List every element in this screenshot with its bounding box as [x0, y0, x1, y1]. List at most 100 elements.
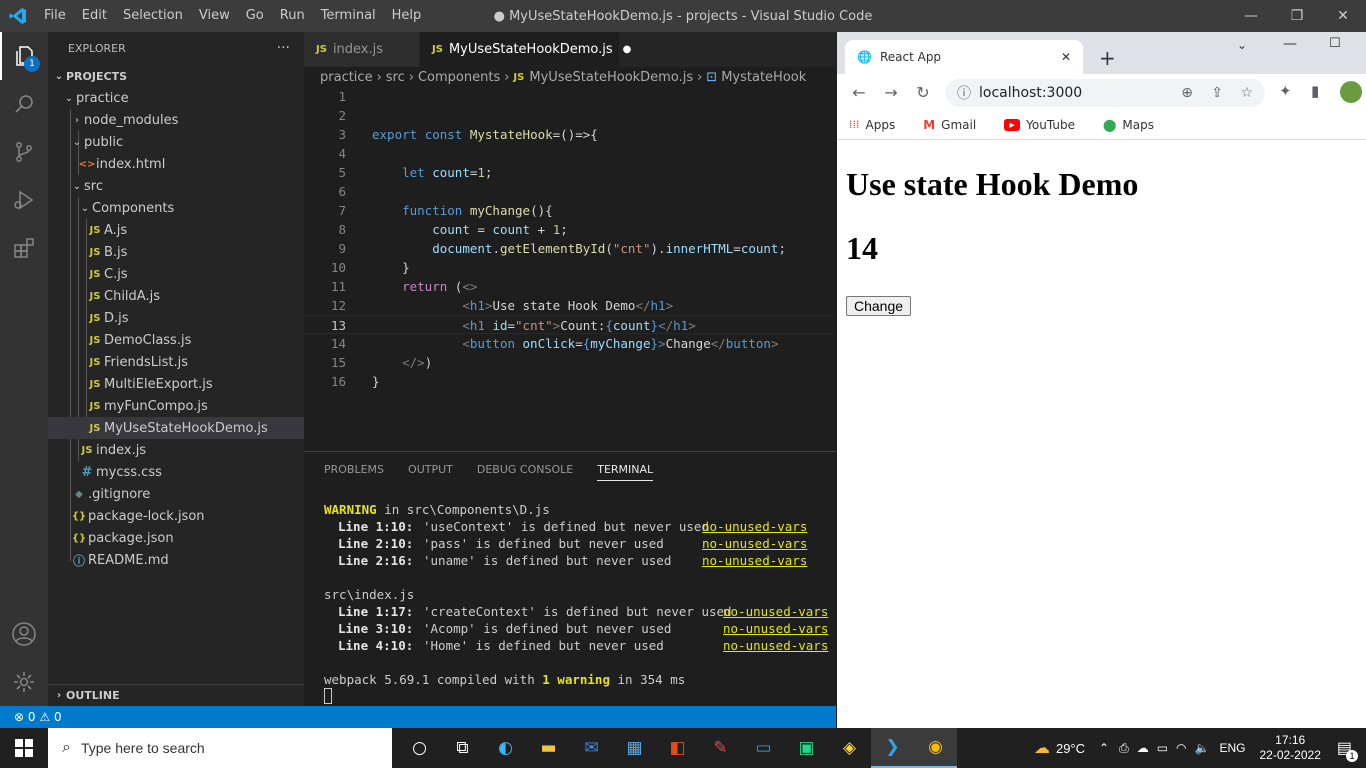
windows-start-icon[interactable]: [0, 728, 48, 768]
zoom-icon[interactable]: ⊕: [1181, 85, 1193, 101]
tree-folder-public[interactable]: ⌄ public: [48, 131, 304, 153]
breadcrumb-item[interactable]: practice: [320, 70, 373, 85]
search-icon[interactable]: [0, 80, 48, 128]
more-actions-icon[interactable]: ···: [277, 40, 290, 56]
maximize-icon[interactable]: ☐: [1329, 36, 1341, 51]
tab-terminal[interactable]: TERMINAL: [597, 459, 654, 481]
volume-muted-icon[interactable]: 🔈: [1195, 741, 1210, 755]
python-icon[interactable]: ◈: [828, 728, 871, 768]
tree-file-mycss-css[interactable]: # mycss.css: [48, 461, 304, 483]
extensions-icon[interactable]: [0, 224, 48, 272]
tree-file-myfuncompo-js[interactable]: JS myFunCompo.js: [48, 395, 304, 417]
tree-file-package-lock-json[interactable]: {} package-lock.json: [48, 505, 304, 527]
breadcrumb-item[interactable]: src: [386, 70, 405, 85]
tree-file-democlass-js[interactable]: JS DemoClass.js: [48, 329, 304, 351]
close-tab-icon[interactable]: ✕: [1061, 50, 1071, 64]
extensions-puzzle-icon[interactable]: ✦: [1279, 82, 1292, 100]
menu-edit[interactable]: Edit: [74, 0, 115, 32]
explorer-icon[interactable]: 1: [0, 32, 48, 80]
tree-file-d-js[interactable]: JS D.js: [48, 307, 304, 329]
lint-rule-link[interactable]: no-unused-vars: [723, 620, 828, 637]
tree-file-multieleexport-js[interactable]: JS MultiEleExport.js: [48, 373, 304, 395]
address-bar[interactable]: ⓘ localhost:3000 ⊕ ⇪ ☆: [945, 79, 1265, 107]
projects-root[interactable]: ⌄ PROJECTS: [48, 65, 304, 87]
edge-icon[interactable]: ◐: [484, 728, 527, 768]
vscode-taskbar-icon[interactable]: ❯: [871, 728, 914, 768]
office-icon[interactable]: ◧: [656, 728, 699, 768]
menu-go[interactable]: Go: [238, 0, 272, 32]
bookmark-youtube[interactable]: ▶ YouTube: [1004, 118, 1089, 132]
taskbar-search[interactable]: ⌕ Type here to search: [48, 728, 392, 768]
close-icon[interactable]: ✕: [1320, 0, 1366, 32]
notification-icon[interactable]: ▤ 1: [1337, 738, 1358, 762]
clock[interactable]: 17:16 22-02-2022: [1259, 733, 1320, 763]
tree-file-a-js[interactable]: JS A.js: [48, 219, 304, 241]
share-icon[interactable]: ⇪: [1211, 85, 1223, 101]
unsaved-dot-icon[interactable]: ●: [623, 44, 632, 55]
paint-icon[interactable]: ✎: [699, 728, 742, 768]
bookmark-apps[interactable]: ⁞⁞⁞ Apps: [849, 118, 909, 132]
reload-icon[interactable]: ↻: [907, 83, 939, 102]
run-debug-icon[interactable]: [0, 176, 48, 224]
language-indicator[interactable]: ENG: [1219, 741, 1245, 755]
tab-search-icon[interactable]: ⌄: [1237, 38, 1247, 52]
menu-selection[interactable]: Selection: [115, 0, 191, 32]
lint-rule-link[interactable]: no-unused-vars: [702, 518, 807, 535]
task-view-icon[interactable]: ⧉: [441, 728, 484, 768]
onedrive-cloud-icon[interactable]: ☁: [1137, 741, 1149, 755]
outline-section[interactable]: › OUTLINE: [48, 684, 304, 706]
browser-tab[interactable]: 🌐 React App ✕: [845, 40, 1083, 74]
network-icon[interactable]: ◠: [1176, 741, 1186, 755]
bookmark-gmail[interactable]: M Gmail: [923, 118, 990, 132]
tree-file-myusestatehookdemo-js[interactable]: JS MyUseStateHookDemo.js: [48, 417, 304, 439]
tree-file-c-js[interactable]: JS C.js: [48, 263, 304, 285]
tree-file-gitignore[interactable]: ◆ .gitignore: [48, 483, 304, 505]
tree-file-b-js[interactable]: JS B.js: [48, 241, 304, 263]
cortana-icon[interactable]: ○: [398, 728, 441, 768]
store-icon[interactable]: ▦: [613, 728, 656, 768]
app-icon[interactable]: ▭: [742, 728, 785, 768]
tree-file-friendslist-js[interactable]: JS FriendsList.js: [48, 351, 304, 373]
breadcrumb-item[interactable]: MyUseStateHookDemo.js: [529, 70, 693, 85]
menu-run[interactable]: Run: [272, 0, 313, 32]
change-button[interactable]: Change: [846, 296, 912, 316]
settings-gear-icon[interactable]: [0, 658, 48, 706]
tab-problems[interactable]: PROBLEMS: [324, 459, 384, 480]
tree-folder-components[interactable]: ⌄ Components: [48, 197, 304, 219]
tab-output[interactable]: OUTPUT: [408, 459, 453, 480]
problems-status[interactable]: ⊗ 0 ⚠ 0: [14, 710, 62, 724]
breadcrumb-item[interactable]: MystateHook: [721, 70, 806, 85]
lint-rule-link[interactable]: no-unused-vars: [723, 603, 828, 620]
tree-file-index-js[interactable]: JS index.js: [48, 439, 304, 461]
chrome-taskbar-icon[interactable]: ◉: [914, 728, 957, 768]
menu-help[interactable]: Help: [384, 0, 430, 32]
chevron-up-icon[interactable]: ⌃: [1099, 741, 1109, 755]
tree-file-childa-js[interactable]: JS ChildA.js: [48, 285, 304, 307]
lint-rule-link[interactable]: no-unused-vars: [702, 552, 807, 569]
minimize-icon[interactable]: —: [1228, 0, 1274, 32]
device-icon[interactable]: ⎙: [1119, 741, 1129, 756]
tree-file-package-json[interactable]: {} package.json: [48, 527, 304, 549]
profile-avatar[interactable]: [1340, 81, 1362, 103]
tree-folder-src[interactable]: ⌄ src: [48, 175, 304, 197]
side-panel-icon[interactable]: ▮: [1311, 82, 1319, 100]
lint-rule-link[interactable]: no-unused-vars: [723, 637, 828, 654]
weather-temp[interactable]: 29°C: [1056, 741, 1085, 756]
tab-debug-console[interactable]: DEBUG CONSOLE: [477, 459, 573, 480]
back-icon[interactable]: ←: [843, 83, 875, 102]
menu-view[interactable]: View: [191, 0, 238, 32]
bookmark-maps[interactable]: ⬤ Maps: [1103, 118, 1168, 132]
menu-file[interactable]: File: [36, 0, 74, 32]
breadcrumb-item[interactable]: Components: [418, 70, 500, 85]
bookmark-star-icon[interactable]: ☆: [1240, 85, 1253, 101]
accounts-icon[interactable]: [0, 610, 48, 658]
new-tab-icon[interactable]: +: [1099, 46, 1116, 70]
pycharm-icon[interactable]: ▣: [785, 728, 828, 768]
minimize-icon[interactable]: —: [1283, 36, 1297, 52]
tab-index-js[interactable]: JS index.js: [304, 32, 420, 67]
file-explorer-icon[interactable]: ▬: [527, 728, 570, 768]
forward-icon[interactable]: →: [875, 83, 907, 102]
code-editor[interactable]: 1 2 3 export const MystateHook=()=>{ 4 5 …: [304, 87, 836, 451]
mail-icon[interactable]: ✉: [570, 728, 613, 768]
tree-file-readme-md[interactable]: ⓘ README.md: [48, 549, 304, 571]
